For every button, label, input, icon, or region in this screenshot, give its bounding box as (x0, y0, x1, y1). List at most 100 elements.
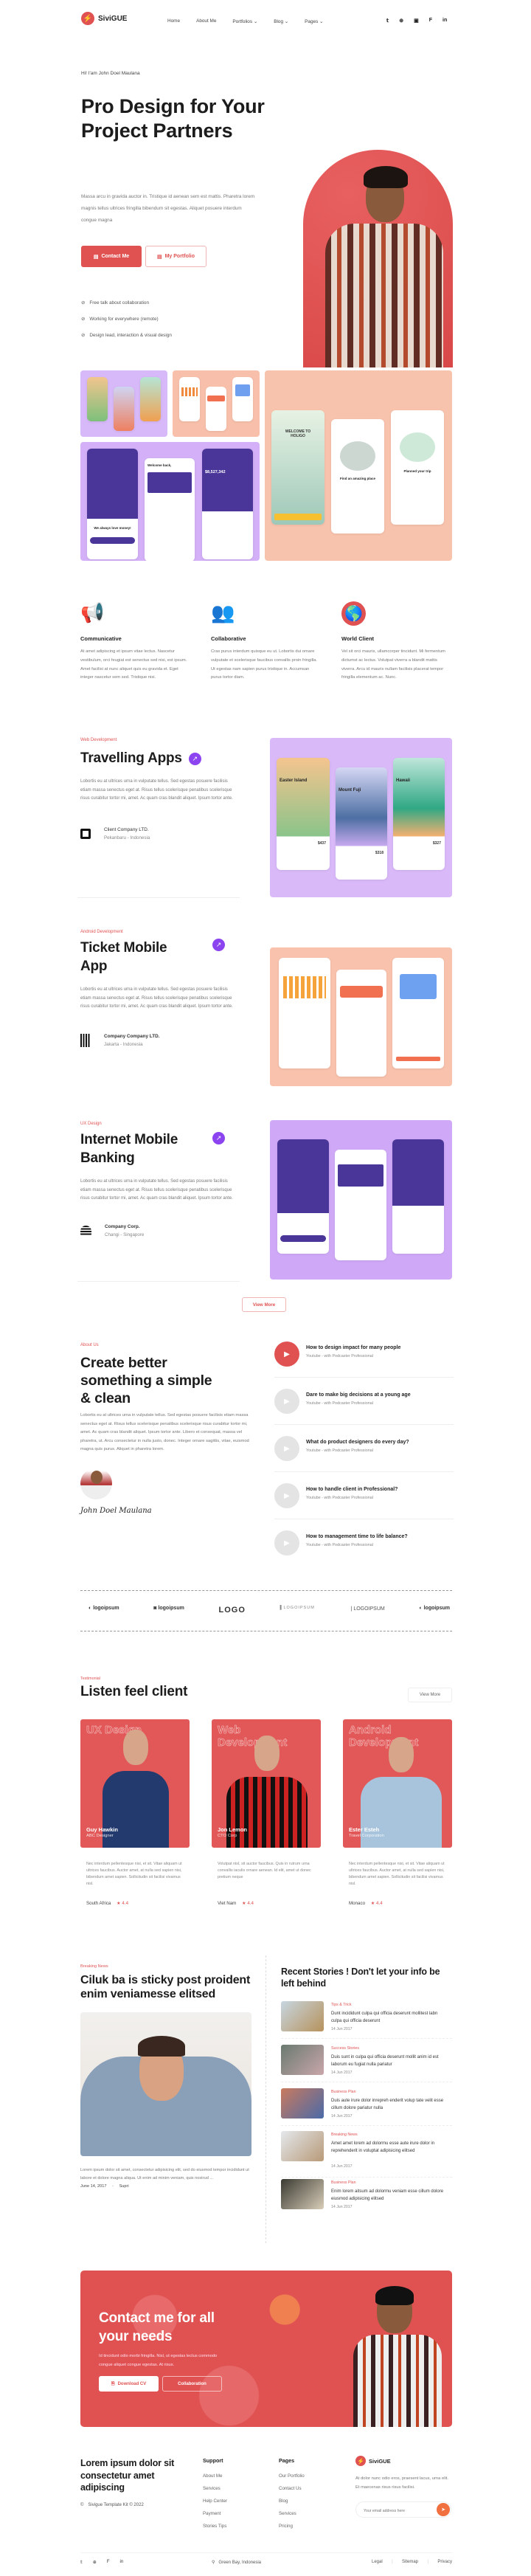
project-text: Lobortis eu at ultrices urna in vulputat… (80, 1179, 233, 1201)
gallery-travel-tile[interactable] (80, 370, 167, 437)
logo[interactable]: ⚡ SiviGUE (81, 12, 127, 25)
hero-checklist: ⊘ Free talk about collaboration ⊘ Working … (81, 295, 172, 344)
arrow-up-right-icon[interactable]: ↗ (188, 752, 201, 765)
divider (281, 2177, 452, 2178)
podcast-item[interactable]: ▶ How to management time to life balance?… (269, 1530, 454, 1563)
nav-portfolios[interactable]: Portfolios ⌄ (232, 18, 257, 24)
phone-mockup (277, 1139, 329, 1254)
gallery-holigo-tile[interactable]: WELCOME TO HOLIGO Find an amazing place … (265, 370, 452, 561)
client-location: Changi - Singapore (105, 1232, 145, 1237)
testimonial-view-more-button[interactable]: View More (408, 1688, 452, 1702)
post-image[interactable] (80, 2012, 251, 2156)
sitemap-link[interactable]: Sitemap (402, 2560, 418, 2564)
footer-link[interactable]: Services (279, 2511, 305, 2516)
footer-link[interactable]: Contact Us (279, 2486, 305, 2491)
client-company: ABC Designer (86, 1834, 114, 1838)
email-input[interactable] (364, 2509, 430, 2513)
privacy-link[interactable]: Privacy (437, 2560, 452, 2564)
podcast-source: Youtube - with Podcaster Professional (306, 1401, 373, 1406)
separator: | (427, 2560, 428, 2564)
footer-link[interactable]: Pricing (279, 2524, 305, 2529)
nav-pages[interactable]: Pages ⌄ (305, 18, 323, 24)
phone-mockup (140, 377, 161, 421)
divider (77, 1281, 240, 1282)
play-icon[interactable]: ▶ (274, 1389, 299, 1414)
podcast-item[interactable]: ▶ How to design impact for many people You… (269, 1341, 454, 1378)
trip-price: $318 (375, 851, 384, 855)
foursquare-icon[interactable]: F (107, 2560, 110, 2565)
globe-icon: 🌎 (341, 601, 366, 626)
nav-home[interactable]: Home (167, 18, 180, 24)
person-shirt (325, 224, 443, 367)
play-icon[interactable]: ▶ (274, 1483, 299, 1508)
dribbble-icon[interactable]: ⊕ (93, 2560, 97, 2565)
nav-label: Blog (274, 19, 283, 24)
project-tag: UX Design (80, 1122, 102, 1126)
footer-link[interactable]: Payment (203, 2511, 227, 2516)
check-item: ⊘ Working for everywhere (remote) (81, 311, 172, 328)
client-name: Guy Hawkin (86, 1826, 118, 1833)
nav-about[interactable]: About Me (196, 18, 216, 24)
feature-communicative: 📢 Communicative At amet adipiscing et ip… (80, 601, 187, 683)
screen-text: Welcome back, (148, 463, 172, 467)
youtube-icon[interactable]: ▣ (414, 18, 419, 24)
linkedin-icon[interactable]: in (442, 18, 447, 24)
footer-link[interactable]: Services (203, 2486, 227, 2491)
project-title: Internet Mobile Banking (80, 1132, 178, 1166)
play-icon[interactable]: ▶ (274, 1341, 299, 1367)
footer-link[interactable]: Our Portfolio (279, 2473, 305, 2479)
arrow-up-right-icon[interactable]: ↗ (212, 939, 225, 951)
dribbble-icon[interactable]: ⊕ (399, 18, 403, 24)
post-author: Supri (119, 2184, 129, 2189)
divider (281, 2125, 452, 2126)
twitter-icon[interactable]: 𝕥 (386, 18, 389, 24)
footer-link[interactable]: Blog (279, 2499, 305, 2504)
main-nav: Home About Me Portfolios ⌄ Blog ⌄ Pages … (167, 18, 339, 24)
contact-title: Contact me for all your needs (99, 2310, 215, 2344)
author-avatar (80, 1467, 112, 1499)
title-line: Project Partners (81, 120, 233, 142)
contact-me-button[interactable]: ▤ Contact Me (81, 246, 142, 267)
logo-text: LOGOIPSUM (353, 1606, 385, 1612)
collaboration-button[interactable]: Collaboration (162, 2376, 222, 2392)
foursquare-icon[interactable]: F (429, 18, 432, 24)
button-label: Download CV (117, 2381, 147, 2386)
project-ticket-image[interactable] (270, 947, 452, 1086)
download-cv-button[interactable]: 🗎 Download CV (99, 2376, 159, 2392)
client-name: Ester Esteh (349, 1826, 380, 1833)
play-icon[interactable]: ▶ (274, 1530, 299, 1555)
hero-title: Pro Design for Your Project Partners (81, 94, 265, 143)
legal-link[interactable]: Legal (372, 2560, 383, 2564)
footer-link[interactable]: About Me (203, 2473, 227, 2479)
podcast-item[interactable]: ▶ How to handle client in Professional? Yo… (269, 1483, 454, 1519)
footer-link[interactable]: Stories Tips (203, 2524, 227, 2529)
gallery-banking-tile[interactable]: We always love money! Welcome back, $8,5… (80, 442, 260, 561)
podcast-item[interactable]: ▶ Dare to make big decisions at a young a… (269, 1389, 454, 1425)
project-banking-image[interactable] (270, 1120, 452, 1280)
client-logo: ◙ logoipsum (153, 1606, 184, 1611)
phone-mockup: Hawaii $327 (393, 758, 445, 870)
linkedin-icon[interactable]: in (120, 2560, 124, 2565)
star-icon: ★ (242, 1901, 246, 1906)
play-icon[interactable]: ▶ (274, 1436, 299, 1461)
footer-link[interactable]: Help Center (203, 2499, 227, 2504)
podcast-item[interactable]: ▶ What do product designers do every day?… (269, 1436, 454, 1472)
post-title[interactable]: Ciluk ba is sticky post proident enim ve… (80, 1973, 251, 2001)
client-quote: Nec interdum pellentesque nisi, et sit. … (86, 1862, 182, 1886)
send-button[interactable]: ➤ (437, 2503, 450, 2516)
project-travelling-image[interactable]: Easter Island $437 Mount Fuji $318 Hawaii $… (270, 738, 452, 897)
hero-portrait (303, 150, 453, 367)
feature-collaborative: 👥 Collaborative Cras purus interdum quis… (211, 601, 318, 683)
view-more-button[interactable]: View More (242, 1297, 286, 1312)
footer-location: ⚲ Green Bay, Indonesia (212, 2560, 261, 2565)
arrow-up-right-icon[interactable]: ↗ (212, 1132, 225, 1144)
twitter-icon[interactable]: 𝕥 (80, 2560, 83, 2565)
logo-text: logoipsum (158, 1606, 184, 1611)
gallery-ticket-tile[interactable] (173, 370, 260, 437)
footer-about-text: At dolor nunc odio eros, praesent lacus,… (355, 2476, 448, 2490)
nav-blog[interactable]: Blog ⌄ (274, 18, 288, 24)
footer-pages: Pages Our Portfolio Contact Us Blog Serv… (279, 2457, 305, 2536)
my-portfolio-button[interactable]: ▤ My Portfolio (145, 246, 206, 267)
podcast-source: Youtube - with Podcaster Professional (306, 1496, 373, 1500)
screen-text: Find an amazing place (339, 477, 375, 480)
